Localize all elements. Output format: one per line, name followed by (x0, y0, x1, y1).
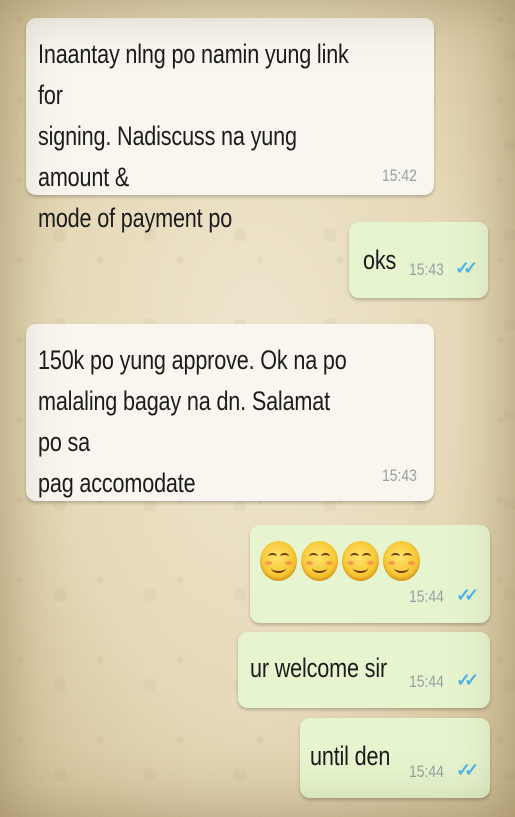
message-bubble-outgoing[interactable]: until den 15:44 ✓✓ (300, 718, 490, 798)
message-bubble-outgoing[interactable]: ur welcome sir 15:44 ✓✓ (238, 632, 490, 708)
message-bubble-outgoing[interactable]: 15:44 ✓✓ (250, 525, 490, 623)
message-timestamp: 15:44 (409, 672, 444, 691)
message-timestamp: 15:42 (382, 166, 417, 185)
message-text: 150k po yung approve. Ok na po malaling … (38, 345, 347, 498)
message-timestamp: 15:43 (382, 466, 417, 485)
smiling-face-icon (342, 541, 379, 581)
message-text: until den (310, 741, 391, 771)
message-timestamp: 15:44 (409, 762, 444, 781)
emoji-message (260, 541, 420, 581)
double-check-icon: ✓✓ (456, 760, 479, 780)
double-check-icon: ✓✓ (455, 258, 478, 278)
double-check-icon: ✓✓ (456, 585, 479, 605)
message-timestamp: 15:44 (409, 587, 444, 606)
message-text: oks (363, 245, 397, 275)
message-text: Inaantay nlng po namin yung link for sig… (38, 39, 349, 233)
double-check-icon: ✓✓ (456, 670, 479, 690)
message-bubble-incoming[interactable]: 150k po yung approve. Ok na po malaling … (26, 324, 434, 501)
message-text: ur welcome sir (250, 653, 387, 683)
message-timestamp: 15:43 (409, 260, 444, 279)
smiling-face-icon (301, 541, 338, 581)
smiling-face-icon (383, 541, 420, 581)
message-bubble-incoming[interactable]: Inaantay nlng po namin yung link for sig… (26, 18, 434, 233)
smiling-face-icon (260, 541, 297, 581)
message-bubble-outgoing[interactable]: oks 15:43 ✓✓ (349, 222, 488, 298)
